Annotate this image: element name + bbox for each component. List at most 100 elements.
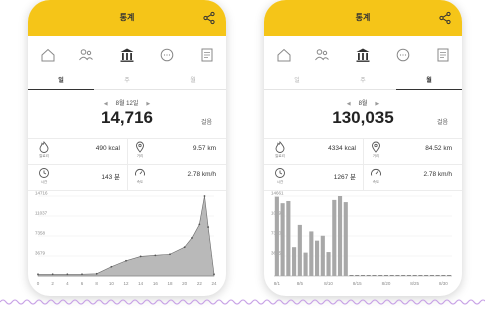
next-date-icon[interactable]: ▶ (375, 101, 379, 107)
date-selector: ◀ 8월 12일 ▶ (28, 98, 226, 107)
time-caption: 시간 (276, 180, 284, 184)
nav-icon-bar (264, 44, 462, 66)
data-point (198, 223, 201, 226)
data-point (81, 273, 83, 276)
bar (320, 235, 325, 276)
data-point (110, 265, 113, 268)
time-value: 1267 분 (333, 174, 356, 181)
clock-icon (39, 168, 49, 178)
calories-value: 490 kcal (95, 145, 120, 152)
bar (360, 275, 366, 276)
share-icon[interactable] (202, 11, 216, 25)
distance-value: 9.57 km (192, 145, 216, 152)
stat-speed: 속도 2.78 km/h (134, 164, 216, 190)
tab-day[interactable]: 일 (264, 72, 330, 90)
bar (435, 275, 440, 276)
chart-svg: 1466110996733036658/18/58/108/158/208/25… (271, 191, 452, 286)
bar (349, 275, 354, 276)
data-point (125, 259, 127, 262)
people-icon[interactable] (311, 44, 333, 66)
daily-step-chart: 14716 11037 7358 3679 0 2 4 6 8 10 12 14 16 18 20 22 24 (34, 190, 220, 290)
bar (406, 275, 411, 276)
tab-month[interactable]: 월 (160, 72, 226, 90)
data-point (203, 195, 206, 197)
decorative-wave (0, 299, 485, 305)
bar (332, 199, 337, 276)
x-tick-label: 22 (197, 281, 203, 286)
prev-date-icon[interactable]: ◀ (104, 101, 108, 107)
bar (315, 240, 320, 276)
bar (280, 203, 285, 276)
date-label: 8월 (358, 101, 368, 107)
bar (337, 196, 343, 276)
x-tick-label: 8/25 (410, 281, 419, 286)
period-tabs: 일 주 월 (264, 72, 462, 90)
next-date-icon[interactable]: ▶ (146, 101, 150, 107)
tab-month[interactable]: 월 (396, 72, 462, 90)
x-tick-label: 18 (167, 281, 173, 286)
flame-icon (275, 141, 285, 153)
nav-icon-bar (28, 44, 226, 66)
calories-value: 4334 kcal (328, 145, 356, 152)
bar (366, 275, 371, 276)
home-icon[interactable] (37, 44, 59, 66)
share-icon[interactable] (438, 11, 452, 25)
calories-caption: 칼로리 (275, 154, 285, 158)
period-tabs: 일 주 월 (28, 72, 226, 90)
active-tab-indicator (28, 88, 94, 90)
x-tick-label: 12 (123, 281, 129, 286)
x-tick-label: 8/10 (324, 281, 333, 286)
speed-value: 2.78 km/h (423, 171, 452, 178)
data-point (183, 246, 186, 249)
data-point (154, 254, 157, 257)
bar (441, 275, 446, 276)
stat-distance: 거리 84.52 km (370, 138, 452, 164)
bar (389, 275, 394, 276)
speedometer-icon (371, 168, 381, 176)
step-unit: 걸음 (200, 120, 212, 126)
people-icon[interactable] (75, 44, 97, 66)
chat-icon[interactable] (392, 44, 414, 66)
chat-icon[interactable] (156, 44, 178, 66)
date-label: 8월 12일 (115, 101, 139, 107)
page-title: 통계 (119, 13, 135, 22)
bar (383, 275, 389, 276)
data-point (66, 273, 69, 276)
data-point (95, 272, 98, 275)
bar (343, 202, 348, 276)
bar (424, 275, 429, 276)
page-title: 통계 (355, 13, 371, 22)
x-tick-label: 2 (51, 281, 54, 286)
x-tick-label: 24 (211, 281, 217, 286)
step-unit: 걸음 (436, 120, 448, 126)
stats-icon[interactable] (352, 44, 374, 66)
distance-caption: 거리 (372, 154, 380, 158)
data-point (37, 273, 39, 276)
home-icon[interactable] (273, 44, 295, 66)
time-value: 143 분 (101, 174, 120, 181)
step-count: 14,716 (101, 108, 153, 127)
tab-day[interactable]: 일 (28, 72, 94, 90)
bar (326, 252, 331, 276)
y-tick-label: 3679 (35, 251, 46, 256)
bar (297, 224, 302, 276)
x-tick-label: 8/15 (353, 281, 362, 286)
notes-icon[interactable] (432, 44, 454, 66)
bar (395, 275, 400, 276)
x-tick-label: 10 (109, 281, 115, 286)
tab-week[interactable]: 주 (94, 72, 160, 90)
bar (292, 247, 297, 276)
x-tick-label: 6 (81, 281, 84, 286)
step-count: 130,035 (332, 108, 394, 127)
notes-icon[interactable] (196, 44, 218, 66)
bar (447, 275, 452, 276)
stats-icon[interactable] (116, 44, 138, 66)
prev-date-icon[interactable]: ◀ (347, 101, 351, 107)
clock-icon (275, 168, 285, 178)
tab-week[interactable]: 주 (330, 72, 396, 90)
x-tick-label: 8/30 (439, 281, 448, 286)
data-point (169, 253, 171, 256)
speed-value: 2.78 km/h (187, 171, 216, 178)
y-tick-label: 7358 (35, 231, 46, 236)
bar (429, 275, 434, 276)
